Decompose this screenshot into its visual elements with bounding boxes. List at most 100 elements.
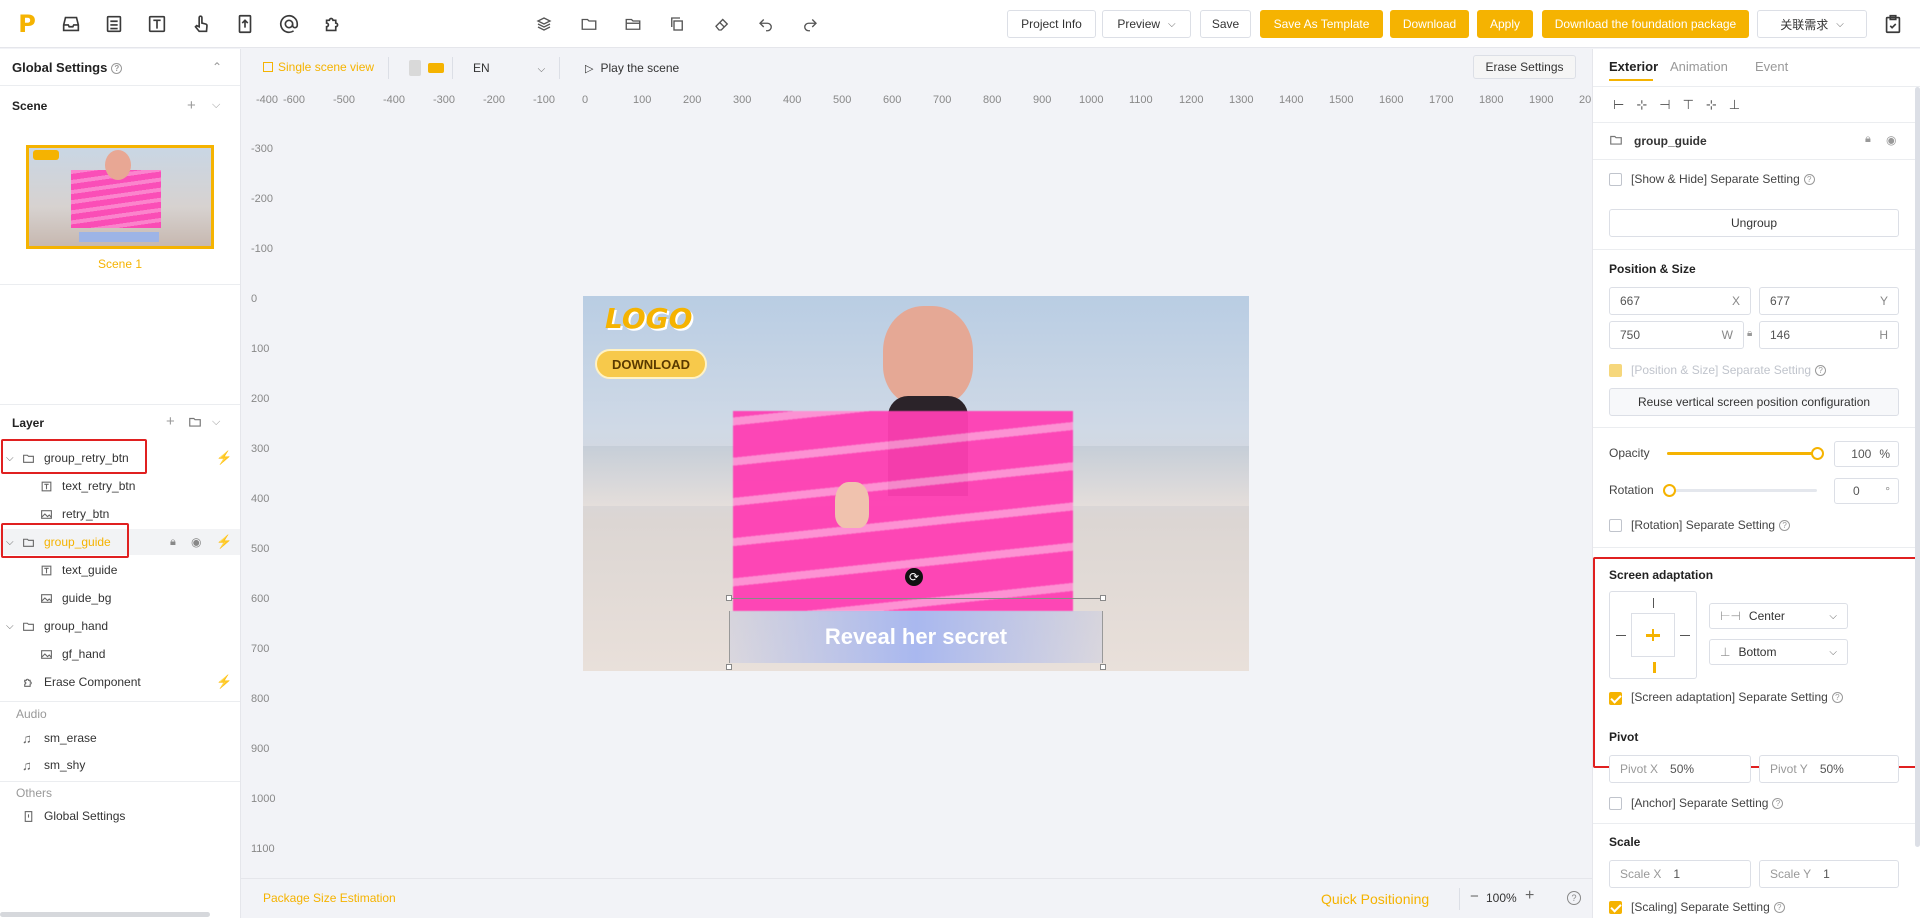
scene-preview[interactable]: LOGO DOWNLOAD Reveal her secret ⟳: [583, 296, 1249, 671]
lightning-icon[interactable]: ⚡: [216, 450, 232, 466]
play-scene-button[interactable]: ▷ Play the scene: [585, 61, 679, 75]
download-foundation-button[interactable]: Download the foundation package: [1542, 10, 1749, 38]
rotation-sep-checkbox[interactable]: [1609, 519, 1622, 532]
clipboard-check-icon[interactable]: [1882, 13, 1904, 35]
save-as-template-button[interactable]: Save As Template: [1260, 10, 1383, 38]
zoom-in-button[interactable]: +: [1525, 887, 1534, 905]
rotate-handle-icon[interactable]: ⟳: [905, 568, 923, 586]
single-scene-view-toggle[interactable]: Single scene view: [263, 60, 374, 74]
help-icon[interactable]: ?: [1815, 365, 1827, 377]
help-icon[interactable]: ?: [1567, 891, 1581, 905]
vertical-scrollbar[interactable]: [1915, 87, 1920, 847]
scale-y-input[interactable]: Scale Y 1: [1759, 860, 1899, 888]
eraser-icon[interactable]: [713, 15, 731, 33]
rotation-slider-thumb[interactable]: [1663, 484, 1676, 497]
layer-text-retry-btn[interactable]: text_retry_btn: [0, 473, 240, 499]
eye-icon[interactable]: ◉: [1886, 133, 1896, 147]
apply-button[interactable]: Apply: [1477, 10, 1533, 38]
others-global-settings[interactable]: Global Settings: [0, 803, 240, 829]
package-size-link[interactable]: Package Size Estimation: [263, 891, 396, 905]
color-swatch-grey[interactable]: [409, 60, 421, 76]
opacity-slider-track[interactable]: [1667, 452, 1817, 455]
add-layer-icon[interactable]: +: [166, 413, 175, 430]
language-select[interactable]: EN ⌵: [473, 61, 545, 75]
download-button[interactable]: Download: [1390, 10, 1469, 38]
eye-icon[interactable]: ◉: [191, 535, 201, 549]
quick-positioning-button[interactable]: Quick Positioning: [1321, 891, 1429, 907]
align-left-icon[interactable]: ⊢: [1613, 97, 1624, 113]
chevron-down-icon[interactable]: ⌵: [212, 416, 220, 429]
chevron-down-icon[interactable]: ⌵: [212, 99, 220, 112]
text-icon[interactable]: [146, 13, 168, 35]
w-input[interactable]: 750 W: [1609, 321, 1744, 349]
tab-animation[interactable]: Animation: [1670, 59, 1728, 74]
zoom-out-button[interactable]: −: [1470, 888, 1479, 905]
layer-gf-hand[interactable]: gf_hand: [0, 641, 240, 667]
y-input[interactable]: 677 Y: [1759, 287, 1899, 315]
chevron-down-icon[interactable]: ⌵: [6, 621, 16, 632]
align-middle-v-icon[interactable]: ⊹: [1706, 97, 1717, 113]
horizontal-scrollbar[interactable]: [0, 912, 210, 917]
layer-text-guide[interactable]: text_guide: [0, 557, 240, 583]
lock-icon[interactable]: 🔒︎: [170, 536, 176, 549]
help-icon[interactable]: ?: [1773, 902, 1785, 914]
aspect-lock-icon[interactable]: 🔒︎: [1747, 328, 1752, 339]
preview-dropdown[interactable]: Preview ⌵: [1102, 10, 1191, 38]
puzzle-icon[interactable]: [322, 13, 344, 35]
collapse-icon[interactable]: ⌃: [212, 60, 222, 74]
rotation-slider-track[interactable]: [1667, 489, 1817, 492]
erase-settings-button[interactable]: Erase Settings: [1473, 55, 1576, 79]
tab-event[interactable]: Event: [1755, 59, 1788, 74]
color-swatch-accent[interactable]: [428, 63, 444, 73]
opacity-slider-thumb[interactable]: [1811, 447, 1824, 460]
lightning-icon[interactable]: ⚡: [216, 534, 232, 550]
lightning-icon[interactable]: ⚡: [216, 674, 232, 690]
help-icon[interactable]: ?: [1803, 174, 1815, 186]
align-center-h-icon[interactable]: ⊹: [1636, 97, 1647, 113]
layers-icon[interactable]: [535, 15, 553, 33]
audio-item[interactable]: ♫ sm_erase: [0, 725, 240, 751]
hand-pointer-icon[interactable]: [190, 13, 212, 35]
pivot-y-input[interactable]: Pivot Y 50%: [1759, 755, 1899, 783]
resize-handle[interactable]: [1100, 595, 1106, 601]
ungroup-button[interactable]: Ungroup: [1609, 209, 1899, 237]
resize-handle[interactable]: [1100, 664, 1106, 670]
h-input[interactable]: 146 H: [1759, 321, 1899, 349]
redo-icon[interactable]: [801, 15, 819, 33]
reuse-vertical-button[interactable]: Reuse vertical screen position configura…: [1609, 388, 1899, 416]
align-right-icon[interactable]: ⊣: [1659, 97, 1670, 113]
x-input[interactable]: 667 X: [1609, 287, 1751, 315]
layer-erase-component[interactable]: Erase Component ⚡: [0, 669, 240, 695]
table-icon[interactable]: [103, 13, 125, 35]
linked-demand-dropdown[interactable]: 关联需求 ⌵: [1757, 10, 1867, 38]
audio-item[interactable]: ♫ sm_shy: [0, 752, 240, 778]
layer-guide-bg[interactable]: guide_bg: [0, 585, 240, 611]
add-folder-icon[interactable]: [188, 415, 202, 429]
anchor-sep-checkbox[interactable]: [1609, 797, 1622, 810]
pivot-x-input[interactable]: Pivot X 50%: [1609, 755, 1751, 783]
resize-handle[interactable]: [726, 595, 732, 601]
inbox-icon[interactable]: [60, 13, 82, 35]
undo-icon[interactable]: [757, 15, 775, 33]
save-button[interactable]: Save: [1200, 10, 1251, 38]
rotation-input[interactable]: 0 °: [1834, 478, 1899, 504]
pos-size-sep-checkbox[interactable]: [1609, 364, 1622, 377]
folder-open-icon[interactable]: [624, 15, 642, 33]
scene-name[interactable]: Scene 1: [0, 257, 240, 271]
help-icon[interactable]: ?: [1772, 798, 1784, 810]
folder-icon[interactable]: [580, 15, 598, 33]
file-upload-icon[interactable]: [234, 13, 256, 35]
show-hide-checkbox[interactable]: [1609, 173, 1622, 186]
layer-group-hand[interactable]: ⌵ group_hand: [0, 613, 240, 639]
add-scene-icon[interactable]: +: [187, 97, 196, 114]
scale-x-input[interactable]: Scale X 1: [1609, 860, 1751, 888]
opacity-input[interactable]: 100%: [1834, 441, 1899, 467]
align-bottom-icon[interactable]: ⊥: [1729, 97, 1740, 113]
help-icon[interactable]: ?: [111, 63, 123, 75]
tab-exterior[interactable]: Exterior: [1609, 59, 1658, 74]
at-icon[interactable]: [278, 13, 300, 35]
resize-handle[interactable]: [726, 664, 732, 670]
align-top-icon[interactable]: ⊤: [1683, 97, 1694, 113]
help-icon[interactable]: ?: [1779, 520, 1791, 532]
scaling-sep-checkbox[interactable]: [1609, 901, 1622, 914]
